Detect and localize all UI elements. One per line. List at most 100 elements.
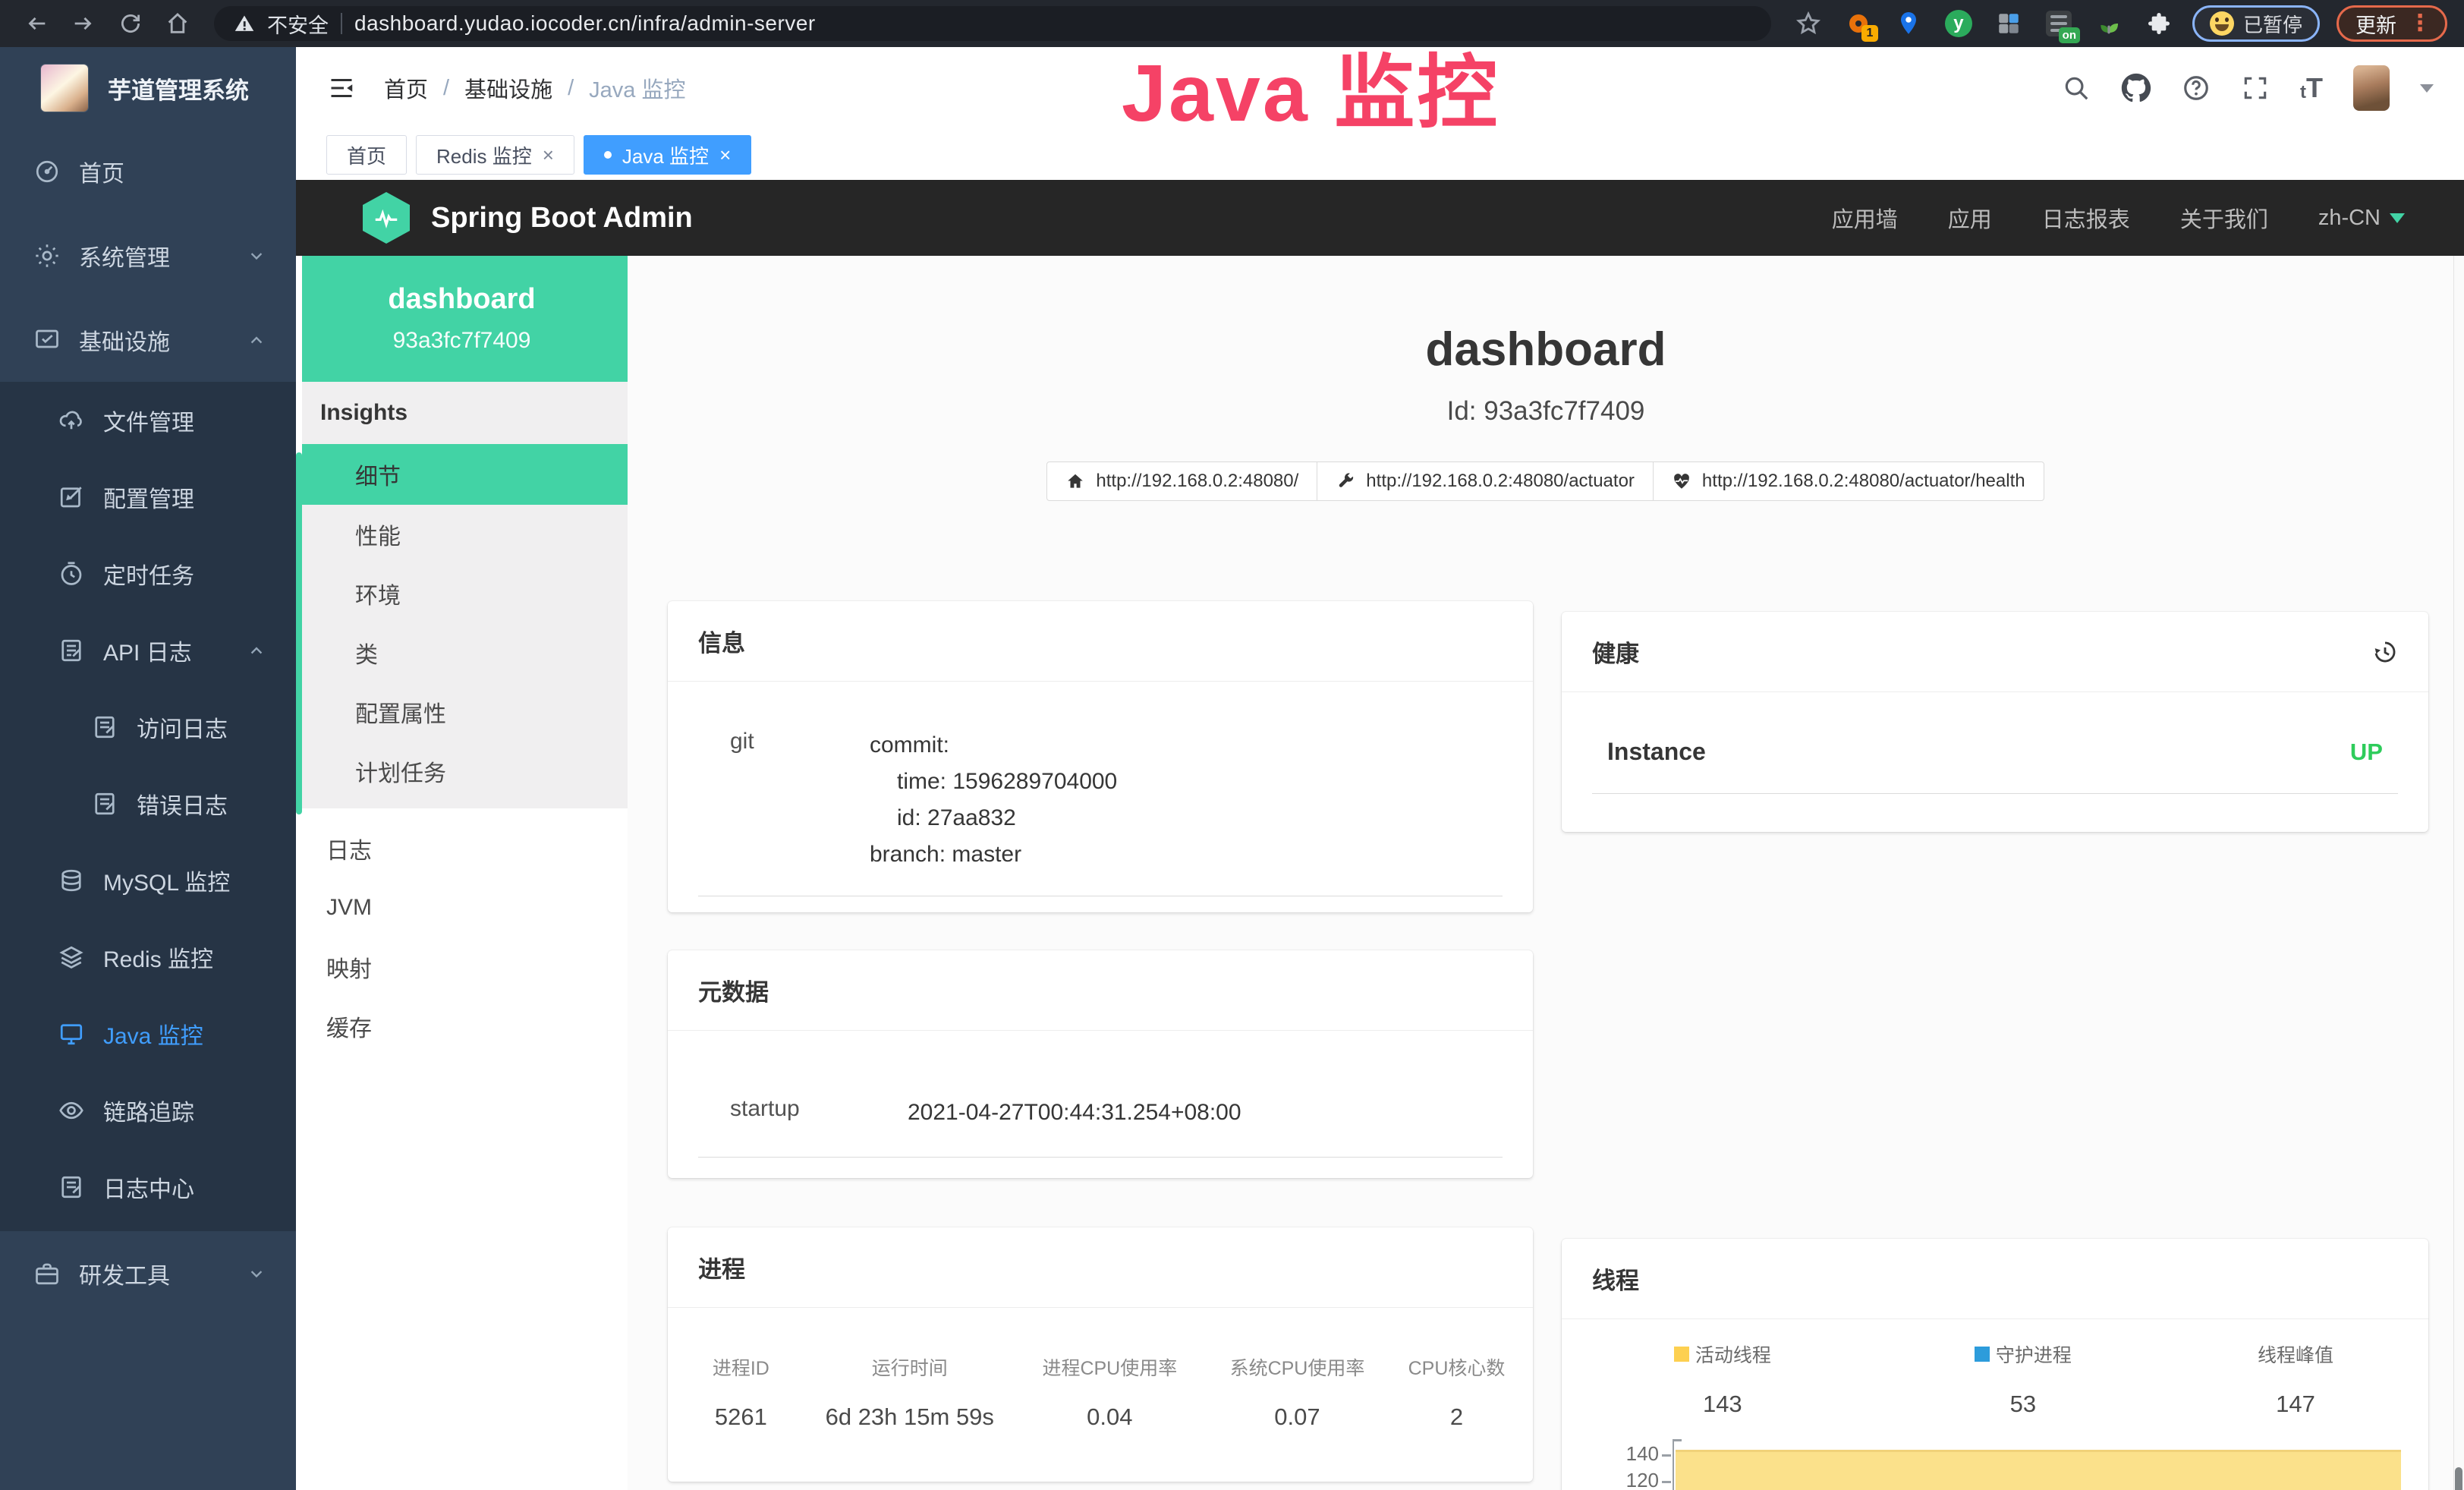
threads-area-chart: 140 120 100 (1588, 1439, 2403, 1490)
sba-language-select[interactable]: zh-CN (2318, 206, 2405, 231)
browser-update-button[interactable]: 更新 ⋮ (2337, 5, 2447, 42)
history-icon[interactable] (2372, 639, 2398, 665)
health-url-button[interactable]: http://192.168.0.2:48080/actuator/health (1653, 461, 2044, 501)
instance-menu-caches[interactable]: 缓存 (296, 997, 628, 1056)
forward-icon[interactable] (64, 5, 103, 42)
sidebar-item-dev-tools[interactable]: 研发工具 (0, 1231, 296, 1315)
instance-sidebar-scrollbar[interactable] (296, 256, 302, 1490)
extension-on-badge-icon[interactable]: on (2042, 7, 2075, 40)
insights-group: Insights 细节 性能 环境 类 配置属性 计划任务 (296, 382, 628, 808)
extension-orange-icon[interactable]: 1 (1842, 7, 1875, 40)
sba-nav-about[interactable]: 关于我们 (2180, 202, 2268, 234)
instance-header[interactable]: dashboard 93a3fc7f7409 (296, 256, 628, 382)
sidebar-item-infrastructure[interactable]: 基础设施 (0, 298, 296, 382)
sba-logo-icon[interactable] (363, 192, 410, 244)
user-menu-caret-icon[interactable] (2420, 84, 2434, 93)
app-logo-avatar (41, 65, 88, 112)
tab-home[interactable]: 首页 (326, 135, 407, 175)
git-branch-line: branch: master (870, 836, 1117, 873)
instance-menu-environment[interactable]: 环境 (296, 564, 628, 623)
tab-java-monitor[interactable]: Java 监控 × (584, 135, 751, 175)
sidebar-item-home[interactable]: 首页 (0, 129, 296, 213)
sidebar-item-scheduled-jobs[interactable]: 定时任务 (0, 535, 296, 612)
fullscreen-icon[interactable] (2241, 74, 2270, 102)
instance-menu-classes[interactable]: 类 (296, 623, 628, 682)
sidebar-item-error-logs[interactable]: 错误日志 (0, 765, 296, 842)
instance-menu-details[interactable]: 细节 (296, 444, 628, 505)
breadcrumb-item-home[interactable]: 首页 (384, 72, 428, 104)
scrollbar-thumb[interactable] (296, 452, 302, 814)
browser-menu-dots-icon[interactable]: ⋮ (2409, 12, 2431, 35)
url-text[interactable]: dashboard.yudao.iocoder.cn/infra/admin-s… (354, 11, 816, 36)
sba-navbar: Spring Boot Admin 应用墙 应用 日志报表 关于我们 zh-CN (296, 180, 2464, 256)
process-card-title: 进程 (668, 1227, 1533, 1308)
extension-pin-icon[interactable] (1892, 7, 1925, 40)
tab-redis-monitor[interactable]: Redis 监控 × (416, 135, 574, 175)
security-label[interactable]: 不安全 (267, 9, 329, 39)
address-bar[interactable]: 不安全 dashboard.yudao.iocoder.cn/infra/adm… (214, 6, 1771, 41)
extension-sprout-icon[interactable] (2092, 7, 2126, 40)
instance-menu-config-props[interactable]: 配置属性 (296, 682, 628, 742)
sidebar-item-config-management[interactable]: 配置管理 (0, 458, 296, 535)
annotation-java-monitor: Java 监控 (1122, 27, 1499, 144)
legend-square-yellow-icon (1674, 1347, 1689, 1362)
sidebar-item-log-center[interactable]: 日志中心 (0, 1148, 296, 1225)
sidebar-item-mysql-monitor[interactable]: MySQL 监控 (0, 842, 296, 918)
app-logo-row[interactable]: 芋道管理系统 (0, 47, 296, 129)
sidebar-item-api-logs[interactable]: API 日志 (0, 612, 296, 688)
service-url-button[interactable]: http://192.168.0.2:48080/ (1046, 461, 1317, 501)
sidebar-item-file-management[interactable]: 文件管理 (0, 382, 296, 458)
extension-grid-icon[interactable] (1992, 7, 2025, 40)
sba-nav-wallboard[interactable]: 应用墙 (1832, 202, 1898, 234)
instance-menu-jvm[interactable]: JVM (296, 878, 628, 937)
breadcrumb-item-infrastructure[interactable]: 基础设施 (464, 72, 552, 104)
help-icon[interactable] (2182, 74, 2211, 102)
update-label: 更新 (2355, 9, 2396, 39)
git-time-line: time: 1596289704000 (870, 764, 1117, 800)
chevron-up-icon (246, 329, 267, 351)
sidebar-item-system[interactable]: 系统管理 (0, 213, 296, 298)
instance-menu-scheduled-tasks[interactable]: 计划任务 (296, 742, 628, 801)
instance-menu-logs[interactable]: 日志 (296, 819, 628, 878)
user-avatar[interactable] (2353, 65, 2390, 111)
sidebar-item-java-monitor[interactable]: Java 监控 (0, 995, 296, 1072)
bookmark-star-icon[interactable] (1792, 7, 1825, 40)
process-uptime-value: 6d 23h 15m 59s (804, 1403, 1016, 1431)
sba-nav-journal[interactable]: 日志报表 (2042, 202, 2130, 234)
scrollbar-thumb[interactable] (2455, 1467, 2462, 1490)
paused-extension-pill[interactable]: 已暂停 (2192, 5, 2320, 42)
extension-green-y-icon[interactable]: y (1942, 7, 1975, 40)
search-icon[interactable] (2062, 74, 2091, 102)
active-dot-icon (604, 151, 612, 159)
metadata-card-title: 元数据 (668, 950, 1533, 1031)
instance-menu-metrics[interactable]: 性能 (296, 505, 628, 564)
omnibox-divider (341, 13, 342, 34)
cloud-upload-icon (58, 407, 85, 434)
sidebar-item-access-logs[interactable]: 访问日志 (0, 688, 296, 765)
sidebar-item-redis-monitor[interactable]: Redis 监控 (0, 918, 296, 995)
reload-icon[interactable] (111, 5, 150, 42)
log-icon (91, 713, 118, 741)
back-icon[interactable] (17, 5, 56, 42)
sidebar-item-label: API 日志 (103, 634, 192, 667)
process-col-header: 系统CPU使用率 (1204, 1353, 1391, 1381)
close-icon[interactable]: × (543, 145, 554, 165)
sba-brand-title[interactable]: Spring Boot Admin (431, 202, 693, 235)
github-icon[interactable] (2121, 73, 2151, 103)
actuator-url-button[interactable]: http://192.168.0.2:48080/actuator (1317, 461, 1654, 501)
instance-menu-extra: 日志 JVM 映射 缓存 (296, 819, 628, 1056)
sidebar-item-label: 配置管理 (103, 480, 194, 514)
browser-extensions-area: 1 y on 已暂停 更新 ⋮ (1792, 5, 2447, 42)
cpu-cores-value: 2 (1391, 1403, 1522, 1431)
content-scrollbar[interactable] (2453, 256, 2464, 1490)
close-icon[interactable]: × (719, 145, 731, 165)
sidebar-collapse-icon[interactable] (326, 74, 357, 102)
sba-nav-applications[interactable]: 应用 (1948, 202, 1992, 234)
chevron-down-icon (2390, 213, 2405, 223)
font-size-icon[interactable]: tT (2300, 74, 2323, 102)
extensions-puzzle-icon[interactable] (2142, 7, 2176, 40)
instance-menu-mappings[interactable]: 映射 (296, 937, 628, 997)
sidebar-item-tracing[interactable]: 链路追踪 (0, 1072, 296, 1148)
on-badge: on (2059, 27, 2080, 43)
home-icon[interactable] (158, 5, 197, 42)
